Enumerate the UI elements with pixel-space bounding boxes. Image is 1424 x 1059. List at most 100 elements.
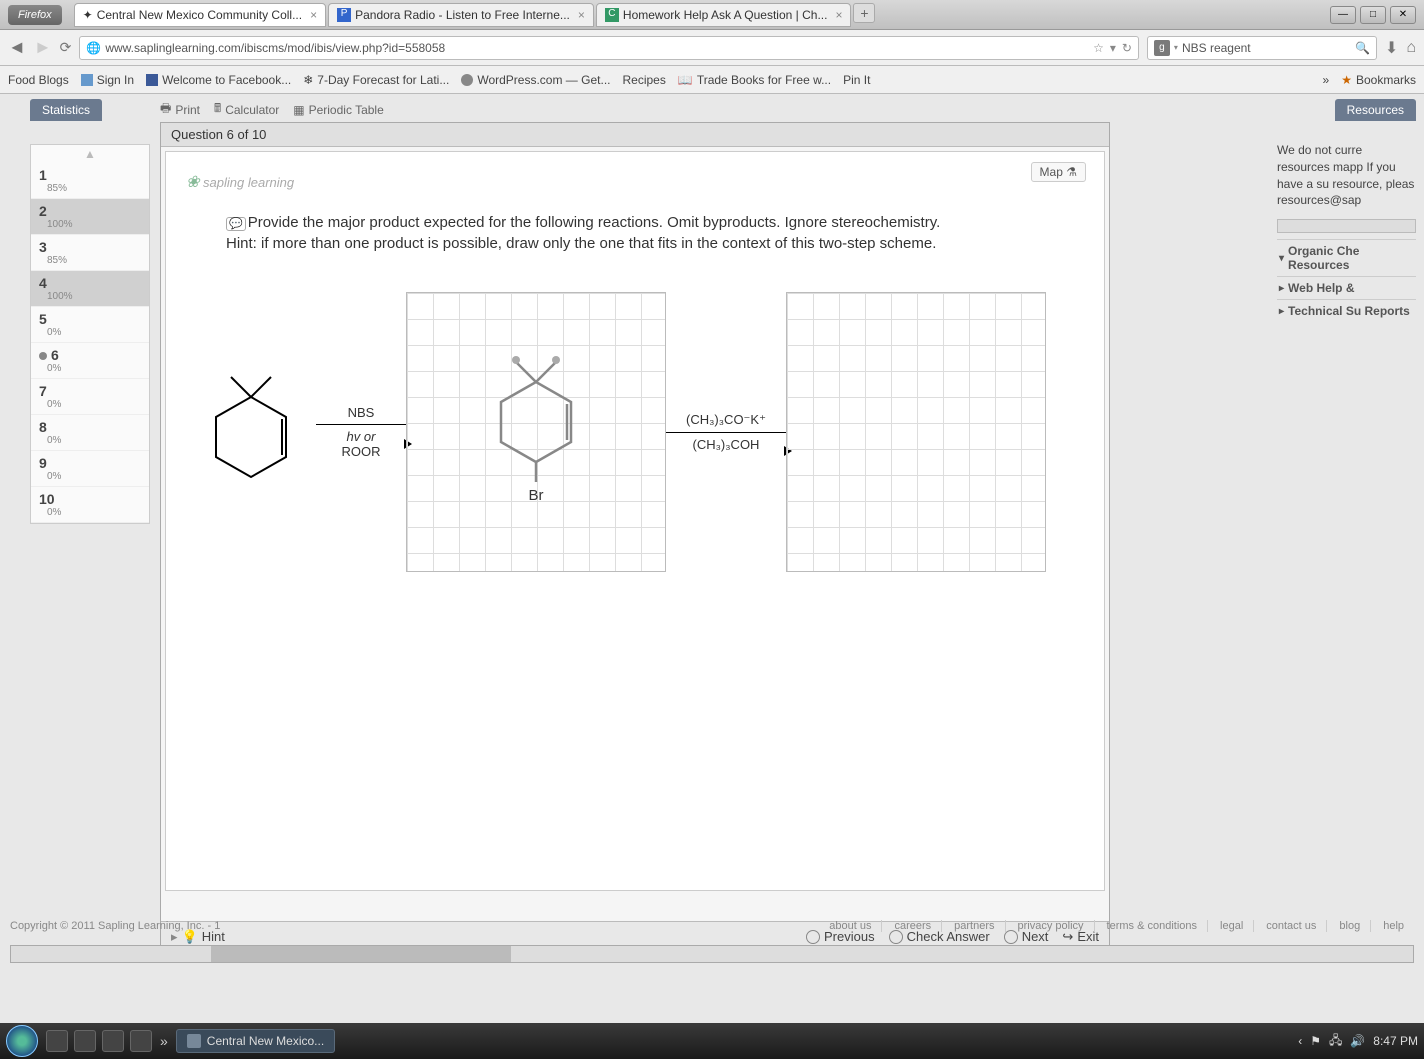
maximize-button[interactable]: □ — [1360, 6, 1386, 24]
question-nav-item[interactable]: 70% — [31, 379, 149, 415]
pinned-app-icon[interactable] — [130, 1030, 152, 1052]
resource-link-technical[interactable]: ▸Technical Su Reports — [1277, 299, 1416, 322]
bookmark-item[interactable]: Food Blogs — [8, 73, 69, 87]
close-icon[interactable]: × — [835, 8, 842, 22]
weather-icon: ❄ — [303, 73, 313, 87]
question-nav-item[interactable]: 100% — [31, 487, 149, 523]
question-nav-item[interactable]: 4100% — [31, 271, 149, 307]
close-icon[interactable]: × — [310, 8, 317, 22]
pinned-app-icon[interactable] — [102, 1030, 124, 1052]
globe-icon: 🌐 — [86, 41, 101, 55]
search-icon[interactable]: 🔍 — [1355, 41, 1370, 55]
bookmark-item[interactable]: Recipes — [623, 73, 666, 87]
bookmark-item[interactable]: 📖Trade Books for Free w... — [678, 73, 831, 87]
tab-homework[interactable]: C Homework Help Ask A Question | Ch... × — [596, 3, 852, 27]
window-controls: — □ ✕ — [1330, 6, 1416, 24]
tab-favicon-icon: ✦ — [83, 8, 93, 22]
sapling-toolbar: 🖶Print 🖩Calculator ▦Periodic Table — [160, 99, 384, 120]
tray-up-icon[interactable]: ‹ — [1298, 1034, 1302, 1048]
bookmark-item[interactable]: ❄7-Day Forecast for Lati... — [303, 73, 449, 87]
bookmark-item[interactable]: WordPress.com — Get... — [461, 73, 610, 87]
question-nav-item[interactable]: 385% — [31, 235, 149, 271]
reaction-arrow-2: (CH₃)₃CO⁻K⁺ (CH₃)₃COH — [666, 412, 786, 452]
statistics-tab[interactable]: Statistics — [30, 99, 102, 121]
dropdown-icon[interactable]: ▾ — [1174, 43, 1178, 52]
tab-pandora[interactable]: P Pandora Radio - Listen to Free Interne… — [328, 3, 594, 27]
nav-up-button[interactable]: ▲ — [31, 145, 149, 163]
app-icon — [187, 1034, 201, 1048]
footer-link[interactable]: terms & conditions — [1097, 920, 1208, 932]
footer-link[interactable]: legal — [1210, 920, 1254, 932]
bookmark-item[interactable]: Sign In — [81, 73, 134, 87]
pinned-app-icon[interactable] — [74, 1030, 96, 1052]
url-input[interactable]: 🌐 www.saplinglearning.com/ibiscms/mod/ib… — [79, 36, 1139, 60]
footer-link[interactable]: help — [1373, 920, 1414, 932]
back-button[interactable]: ◄ — [8, 37, 26, 58]
resource-link-webhelp[interactable]: ▸Web Help & — [1277, 276, 1416, 299]
question-nav-item[interactable]: 2100% — [31, 199, 149, 235]
bookmark-item[interactable]: Welcome to Facebook... — [146, 73, 291, 87]
tab-title: Homework Help Ask A Question | Ch... — [623, 8, 828, 22]
calculator-button[interactable]: 🖩Calculator — [214, 99, 279, 120]
network-icon[interactable]: 🖧 — [1329, 1031, 1342, 1052]
book-icon: 📖 — [678, 73, 693, 87]
reagent1-top: NBS — [316, 405, 406, 420]
footer-link[interactable]: privacy policy — [1008, 920, 1095, 932]
product-1-canvas[interactable]: Br — [406, 292, 666, 572]
footer-link[interactable]: partners — [944, 920, 1005, 932]
chevron-down-icon: ▾ — [1279, 253, 1284, 264]
resources-text: We do not curre resources mapp If you ha… — [1277, 142, 1416, 209]
bookmark-star-icon[interactable]: ☆ — [1093, 41, 1104, 55]
downloads-icon[interactable]: ⬇ — [1385, 38, 1398, 58]
volume-icon[interactable]: 🔊 — [1350, 1034, 1365, 1048]
question-nav-item[interactable]: 80% — [31, 415, 149, 451]
map-button[interactable]: Map ⚗ — [1031, 162, 1086, 182]
current-dot-icon — [39, 352, 47, 360]
tab-favicon-icon: P — [337, 8, 351, 22]
footer-link[interactable]: contact us — [1256, 920, 1327, 932]
overflow-icon[interactable]: » — [1323, 73, 1330, 87]
footer-link[interactable]: blog — [1329, 920, 1371, 932]
question-nav-item[interactable]: 50% — [31, 307, 149, 343]
start-button[interactable] — [6, 1025, 38, 1057]
search-engine-icon[interactable]: g — [1154, 40, 1170, 56]
resources-tab[interactable]: Resources — [1335, 99, 1416, 121]
search-input[interactable]: g ▾ NBS reagent 🔍 — [1147, 36, 1377, 60]
firefox-menu-button[interactable]: Firefox — [8, 5, 62, 25]
taskbar-window[interactable]: Central New Mexico... — [176, 1029, 335, 1053]
reload-icon[interactable]: ↻ — [1122, 41, 1132, 55]
page-scrollbar[interactable] — [10, 945, 1414, 963]
new-tab-button[interactable]: + — [853, 3, 875, 23]
close-icon[interactable]: × — [578, 8, 585, 22]
close-button[interactable]: ✕ — [1390, 6, 1416, 24]
bookmarks-toolbar: Food Blogs Sign In Welcome to Facebook..… — [0, 66, 1424, 94]
copyright: Copyright © 2011 Sapling Learning, Inc. … — [10, 920, 220, 932]
scrollbar-horizontal[interactable] — [1277, 219, 1416, 233]
product-2-canvas[interactable] — [786, 292, 1046, 572]
footer-link[interactable]: careers — [884, 920, 942, 932]
action-center-icon[interactable]: ⚑ — [1310, 1034, 1321, 1048]
dropdown-icon[interactable]: ▾ — [1110, 41, 1116, 55]
bookmark-item[interactable]: Pin It — [843, 73, 870, 87]
scrollbar-thumb[interactable] — [211, 946, 511, 962]
printer-icon: 🖶 — [160, 99, 171, 120]
footer-link[interactable]: about us — [819, 920, 882, 932]
tab-sapling[interactable]: ✦ Central New Mexico Community Coll... × — [74, 3, 326, 27]
taskbar-overflow-icon[interactable]: » — [160, 1033, 168, 1049]
browser-titlebar: Firefox ✦ Central New Mexico Community C… — [0, 0, 1424, 30]
resource-link-organic[interactable]: ▾Organic Che Resources — [1277, 239, 1416, 276]
periodic-table-button[interactable]: ▦Periodic Table — [293, 103, 384, 117]
home-icon[interactable]: ⌂ — [1406, 39, 1416, 57]
pinned-app-icon[interactable] — [46, 1030, 68, 1052]
reagent2-top: (CH₃)₃CO⁻K⁺ — [666, 412, 786, 428]
url-text: www.saplinglearning.com/ibiscms/mod/ibis… — [105, 41, 445, 55]
question-nav-item-current[interactable]: 60% — [31, 343, 149, 379]
question-nav-item[interactable]: 185% — [31, 163, 149, 199]
clock[interactable]: 8:47 PM — [1373, 1034, 1418, 1048]
question-nav-item[interactable]: 90% — [31, 451, 149, 487]
history-button[interactable]: ⟳ — [60, 39, 72, 56]
minimize-button[interactable]: — — [1330, 6, 1356, 24]
forward-button[interactable]: ► — [34, 37, 52, 58]
bookmarks-menu[interactable]: ★Bookmarks — [1341, 73, 1416, 87]
print-button[interactable]: 🖶Print — [160, 99, 200, 120]
